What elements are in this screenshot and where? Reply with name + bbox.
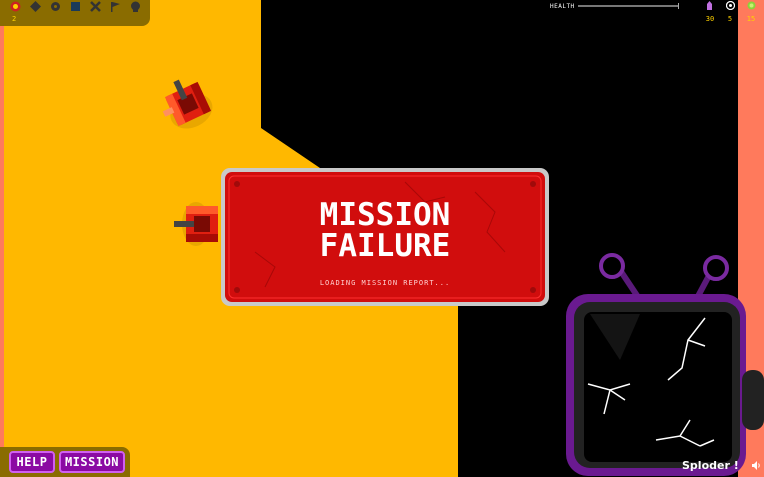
target-badge-icon [10, 1, 21, 12]
enemy-icon [707, 1, 712, 10]
mission-button[interactable]: MISSION [59, 451, 125, 473]
loading-report-text: LOADING MISSION REPORT... [319, 279, 451, 287]
title-line-1: MISSION [319, 197, 451, 233]
coin-count: 15 [746, 15, 756, 23]
gear-icon [51, 2, 60, 11]
diamond-icon [30, 1, 41, 12]
cross-icon [90, 1, 101, 12]
target-icon [726, 1, 735, 10]
coin-icon [747, 1, 756, 10]
inventory-count: 2 [12, 15, 17, 23]
mission-failure-panel: MISSION FAILURE LOADING MISSION REPORT..… [225, 172, 545, 302]
target-count: 5 [727, 15, 733, 23]
help-button[interactable]: HELP [9, 451, 55, 473]
title-line-2: FAILURE [319, 228, 451, 264]
sploder-logo-link[interactable]: Sploder ! [682, 459, 739, 472]
inventory-panel: 2 [0, 0, 150, 26]
health-bar-fill [578, 5, 678, 7]
square-icon [71, 2, 80, 11]
mission-failure-title: MISSION FAILURE [225, 200, 545, 262]
health-bar-end [678, 3, 679, 9]
flag-icon [111, 2, 120, 12]
skull-icon [131, 1, 140, 12]
enemy-count: 30 [705, 15, 715, 23]
left-wall [0, 0, 4, 477]
health-bar [578, 5, 678, 7]
speaker-icon[interactable] [751, 460, 762, 471]
health-label: HEALTH [550, 3, 575, 10]
